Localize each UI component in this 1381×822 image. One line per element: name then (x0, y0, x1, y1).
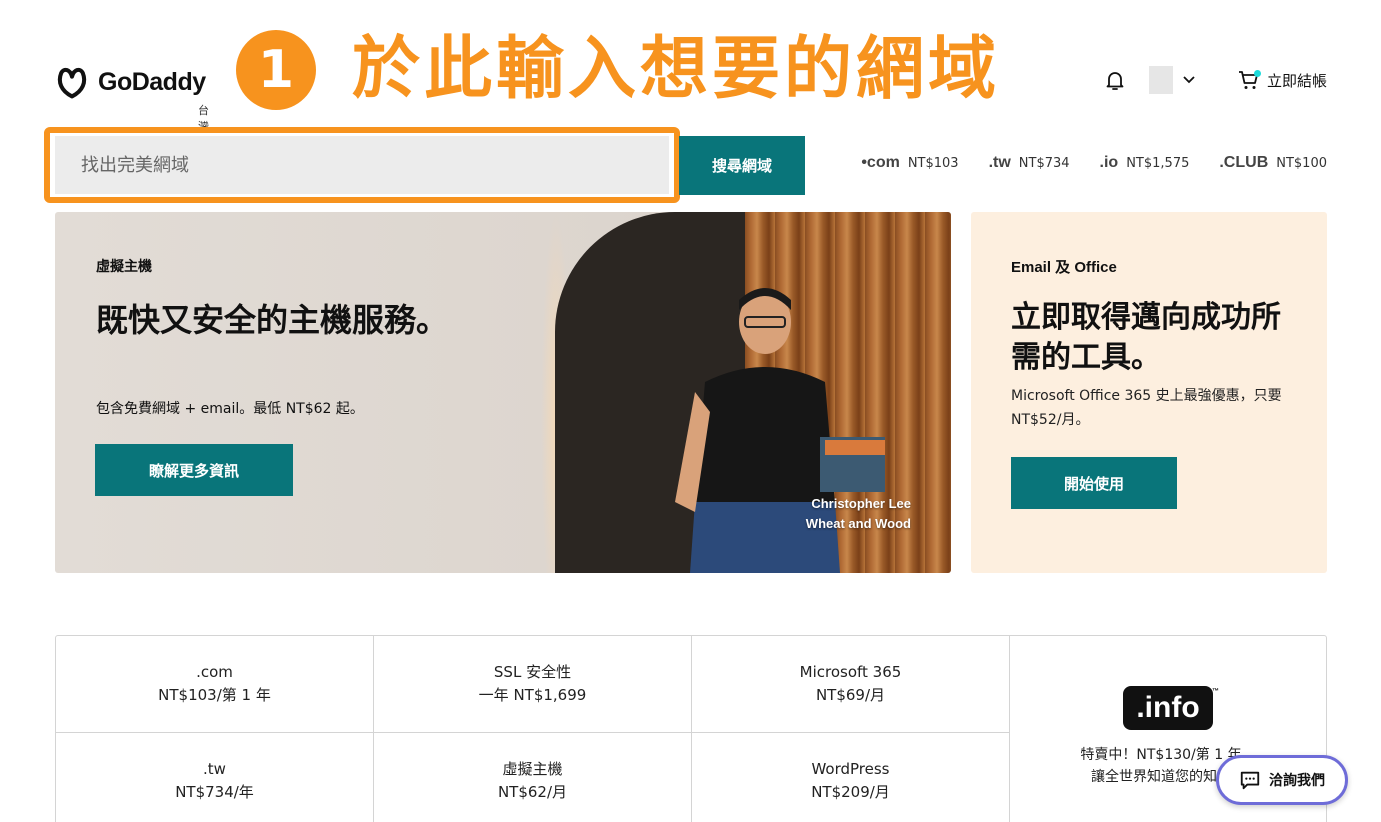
step-instruction: 於此輸入想要的網域 (352, 30, 1001, 109)
tld-price: NT$100 (1276, 155, 1327, 171)
io-logo: .io (1099, 154, 1119, 171)
account-avatar[interactable] (1148, 66, 1173, 94)
card-title: 立即取得邁向成功所需的工具。 (1011, 300, 1281, 375)
tld-offer-io[interactable]: .io NT$1,575 (1100, 154, 1190, 172)
product-name: .com (196, 663, 233, 681)
tld-offer-com[interactable]: •com NT$103 (861, 154, 958, 172)
product-grid: .com NT$103/第 1 年 SSL 安全性 一年 NT$1,699 Mi… (55, 635, 1327, 822)
card-category: Email 及 Office (1011, 259, 1117, 276)
hero-caption: Christopher Lee Wheat and Wood (795, 494, 911, 534)
product-cell-wordpress[interactable]: WordPress NT$209/月 (692, 733, 1010, 822)
get-started-button[interactable]: 開始使用 (1011, 457, 1177, 509)
hero-category: 虛擬主機 (96, 259, 152, 275)
product-cell-ssl[interactable]: SSL 安全性 一年 NT$1,699 (374, 636, 692, 733)
tld-price: NT$734 (1018, 155, 1070, 171)
info-logo-text: .info (1136, 691, 1200, 724)
chat-button[interactable]: 洽詢我們 (1216, 755, 1348, 805)
caption-name: Christopher Lee (811, 496, 911, 511)
club-logo: .CLUB (1219, 154, 1269, 171)
product-name: WordPress (811, 760, 890, 778)
hosting-hero-banner: 虛擬主機 既快又安全的主機服務。 包含免費網域 + email。最低 NT$62… (55, 212, 951, 573)
hero-title: 既快又安全的主機服務。 (96, 301, 449, 339)
trademark-mark: ™ (1212, 688, 1219, 695)
info-logo: .info ™ (1123, 686, 1219, 730)
step-annotation: 1 於此輸入想要的網域 (236, 30, 1000, 110)
chat-label: 洽詢我們 (1269, 773, 1325, 789)
product-price: NT$103/第 1 年 (158, 686, 271, 704)
caption-business: Wheat and Wood (805, 516, 911, 531)
cart-badge-dot (1253, 70, 1261, 77)
logo-wordmark: GoDaddy (98, 67, 206, 96)
cart-icon[interactable] (1237, 68, 1261, 92)
step-number-badge: 1 (236, 30, 316, 110)
godaddy-logo[interactable]: GoDaddy 台灣 (54, 64, 209, 133)
header-actions: 立即結帳 (1103, 66, 1327, 94)
tld-offer-tw[interactable]: .tw NT$734 (989, 154, 1070, 172)
product-name: SSL 安全性 (493, 663, 572, 681)
com-logo: •com (861, 154, 900, 171)
tld-price: NT$103 (907, 155, 959, 171)
tld-offer-club[interactable]: .CLUB NT$100 (1219, 154, 1327, 172)
bell-icon[interactable] (1103, 68, 1127, 92)
godaddy-logo-icon (57, 67, 87, 99)
product-price: NT$734/年 (175, 783, 254, 801)
product-cell-com[interactable]: .com NT$103/第 1 年 (56, 636, 374, 733)
product-price: NT$69/月 (815, 686, 886, 704)
search-domain-button[interactable]: 搜尋網域 (679, 136, 805, 195)
product-name: 虛擬主機 (502, 760, 563, 778)
learn-more-button[interactable]: 瞭解更多資訊 (95, 444, 293, 496)
product-cell-microsoft365[interactable]: Microsoft 365 NT$69/月 (692, 636, 1010, 733)
product-name: .tw (203, 760, 226, 778)
product-price: NT$62/月 (497, 783, 568, 801)
product-cell-hosting[interactable]: 虛擬主機 NT$62/月 (374, 733, 692, 822)
email-office-card: Email 及 Office 立即取得邁向成功所需的工具。 Microsoft … (971, 212, 1327, 573)
tw-logo: .tw (988, 154, 1011, 171)
tld-offers: •com NT$103 .tw NT$734 .io NT$1,575 .CLU… (861, 154, 1327, 172)
checkout-link[interactable]: 立即結帳 (1267, 70, 1327, 91)
chat-icon (1240, 771, 1260, 790)
tld-price: NT$1,575 (1126, 155, 1190, 171)
hero-subtitle: 包含免費網域 + email。最低 NT$62 起。 (96, 401, 364, 417)
chevron-down-icon[interactable] (1181, 72, 1197, 88)
product-cell-tw[interactable]: .tw NT$734/年 (56, 733, 374, 822)
product-price: 一年 NT$1,699 (478, 686, 587, 704)
domain-search-input[interactable] (55, 136, 669, 194)
product-name: Microsoft 365 (799, 663, 902, 681)
product-price: NT$209/月 (811, 783, 890, 801)
card-subtitle: Microsoft Office 365 史上最強優惠，只要 NT$52/月。 (1011, 388, 1282, 428)
